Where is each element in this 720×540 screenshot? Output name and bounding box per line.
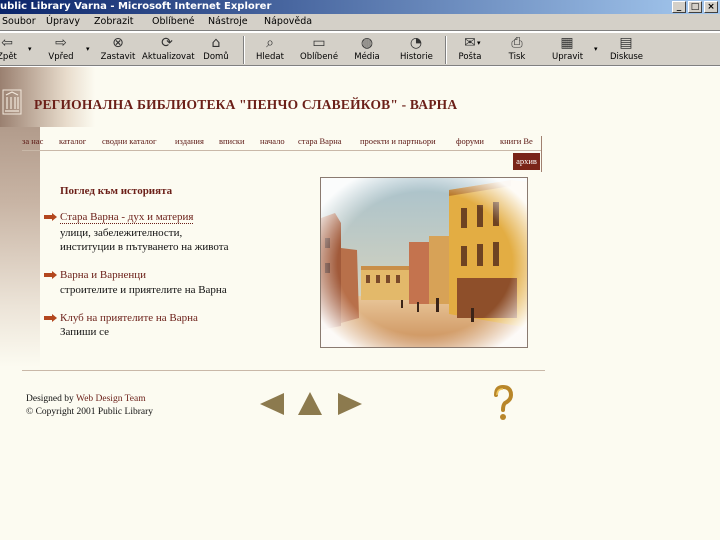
menu-favorites[interactable]: Oblíbené — [152, 16, 195, 27]
nav-vertical-divider — [541, 136, 542, 172]
media-icon: ◍ — [360, 35, 374, 51]
list-item[interactable]: Клуб на приятелите на Варна — [44, 312, 198, 324]
printer-icon: ⎙ — [511, 35, 523, 51]
nav-home[interactable]: начало — [260, 136, 285, 146]
site-title: РЕГИОНАЛНА БИБЛИОТЕКА "ПЕНЧО СЛАВЕЙКОВ" … — [34, 97, 458, 112]
nav-old-varna[interactable]: стара Варна — [298, 136, 342, 146]
link-description: улици, забележителности, — [60, 227, 183, 239]
back-arrow-icon: ⇦ — [1, 35, 13, 51]
up-arrow-icon[interactable] — [298, 392, 322, 415]
nav-subscriptions[interactable]: вписки — [219, 136, 245, 146]
home-button[interactable]: ⌂ Domů — [202, 35, 230, 63]
edit-button[interactable]: ▦ Upravit — [552, 35, 583, 63]
mail-dropdown-icon[interactable]: ▾ — [477, 39, 481, 47]
design-team-link[interactable]: Web Design Team — [76, 394, 146, 404]
stop-button[interactable]: ⊗ Zastavit — [100, 35, 136, 63]
archive-button[interactable]: архив — [513, 153, 540, 170]
bullet-arrow-icon — [44, 271, 57, 280]
maximize-button[interactable]: □ — [688, 1, 702, 13]
page-navigation — [258, 392, 368, 416]
link-friends-club[interactable]: Клуб на приятелите на Варна — [60, 312, 198, 324]
history-button[interactable]: ◔ Historie — [400, 35, 433, 63]
footer-divider — [22, 370, 545, 371]
nav-catalog[interactable]: каталог — [59, 136, 86, 146]
refresh-button[interactable]: ⟳ Aktualizovat — [142, 35, 195, 63]
back-button[interactable]: ⇦ Zpět — [0, 35, 18, 63]
section-title: Поглед към историята — [60, 185, 173, 197]
nav-forums[interactable]: форуми — [456, 136, 484, 146]
window-title: ublic Library Varna - Microsoft Internet… — [0, 1, 272, 12]
menu-bar: Soubor Úpravy Zobrazit Oblíbené Nástroje… — [0, 14, 720, 31]
nav-publications[interactable]: издания — [175, 136, 204, 146]
print-button[interactable]: ⎙ Tisk — [506, 35, 528, 63]
refresh-icon: ⟳ — [161, 35, 173, 51]
favorites-button[interactable]: ▭ Oblíbené — [300, 35, 338, 63]
menu-view[interactable]: Zobrazit — [94, 16, 133, 27]
help-question-icon[interactable] — [492, 385, 514, 423]
menu-edit[interactable]: Úpravy — [46, 16, 80, 27]
forward-dropdown-icon[interactable]: ▾ — [86, 45, 90, 53]
window-title-bar: ublic Library Varna - Microsoft Internet… — [0, 0, 720, 14]
discuss-icon: ▤ — [619, 35, 633, 51]
favorites-folder-icon: ▭ — [312, 35, 326, 51]
edit-page-icon: ▦ — [560, 35, 574, 51]
credits: Designed by Web Design Team © Copyright … — [26, 394, 154, 417]
link-old-varna[interactable]: Стара Варна - дух и материя — [60, 211, 194, 224]
list-item[interactable]: Варна и Варненци — [44, 269, 146, 281]
media-button[interactable]: ◍ Média — [352, 35, 382, 63]
web-page: РЕГИОНАЛНА БИБЛИОТЕКА "ПЕНЧО СЛАВЕЙКОВ" … — [0, 67, 720, 540]
nav-divider — [22, 150, 542, 151]
edit-dropdown-icon[interactable]: ▾ — [594, 45, 598, 53]
forward-button[interactable]: ⇨ Vpřed — [46, 35, 76, 63]
site-nav: за нас каталог сводни каталог издания вп… — [0, 136, 545, 150]
menu-file[interactable]: Soubor — [2, 16, 36, 27]
old-varna-photo — [320, 177, 528, 348]
menu-tools[interactable]: Nástroje — [208, 16, 248, 27]
next-arrow-icon[interactable] — [338, 393, 362, 415]
discuss-button[interactable]: ▤ Diskuse — [610, 35, 643, 63]
nav-books[interactable]: книги Ве — [500, 136, 533, 146]
history-icon: ◔ — [409, 35, 423, 51]
back-dropdown-icon[interactable]: ▾ — [28, 45, 32, 53]
stop-icon: ⊗ — [112, 35, 124, 51]
library-logo-icon — [2, 89, 22, 115]
forward-arrow-icon: ⇨ — [55, 35, 67, 51]
link-description: Запиши се — [60, 326, 110, 335]
window-controls: _ □ × — [672, 1, 718, 13]
search-icon: ⌕ — [266, 35, 274, 51]
browser-toolbar: ⇦ Zpět ▾ ⇨ Vpřed ▾ ⊗ Zastavit ⟳ Aktualiz… — [0, 32, 720, 66]
nav-union-catalog[interactable]: сводни каталог — [102, 136, 156, 146]
link-varna-citizens[interactable]: Варна и Варненци — [60, 269, 146, 281]
bullet-arrow-icon — [44, 213, 57, 222]
nav-about[interactable]: за нас — [22, 136, 43, 146]
menu-help[interactable]: Nápověda — [264, 16, 312, 27]
previous-arrow-icon[interactable] — [260, 393, 284, 415]
home-icon: ⌂ — [211, 35, 221, 51]
close-button[interactable]: × — [704, 1, 718, 13]
minimize-button[interactable]: _ — [672, 1, 686, 13]
bullet-arrow-icon — [44, 314, 57, 323]
copyright-text: © Copyright 2001 Public Library — [26, 407, 154, 417]
link-description: строителите и приятелите на Варна — [60, 284, 227, 296]
toolbar-separator — [445, 36, 447, 64]
link-description: институции в пътуването на живота — [60, 241, 229, 253]
nav-projects[interactable]: проекти и партньори — [360, 136, 436, 146]
toolbar-separator — [243, 36, 245, 64]
search-button[interactable]: ⌕ Hledat — [254, 35, 286, 63]
list-item[interactable]: Стара Варна - дух и материя — [44, 211, 194, 224]
